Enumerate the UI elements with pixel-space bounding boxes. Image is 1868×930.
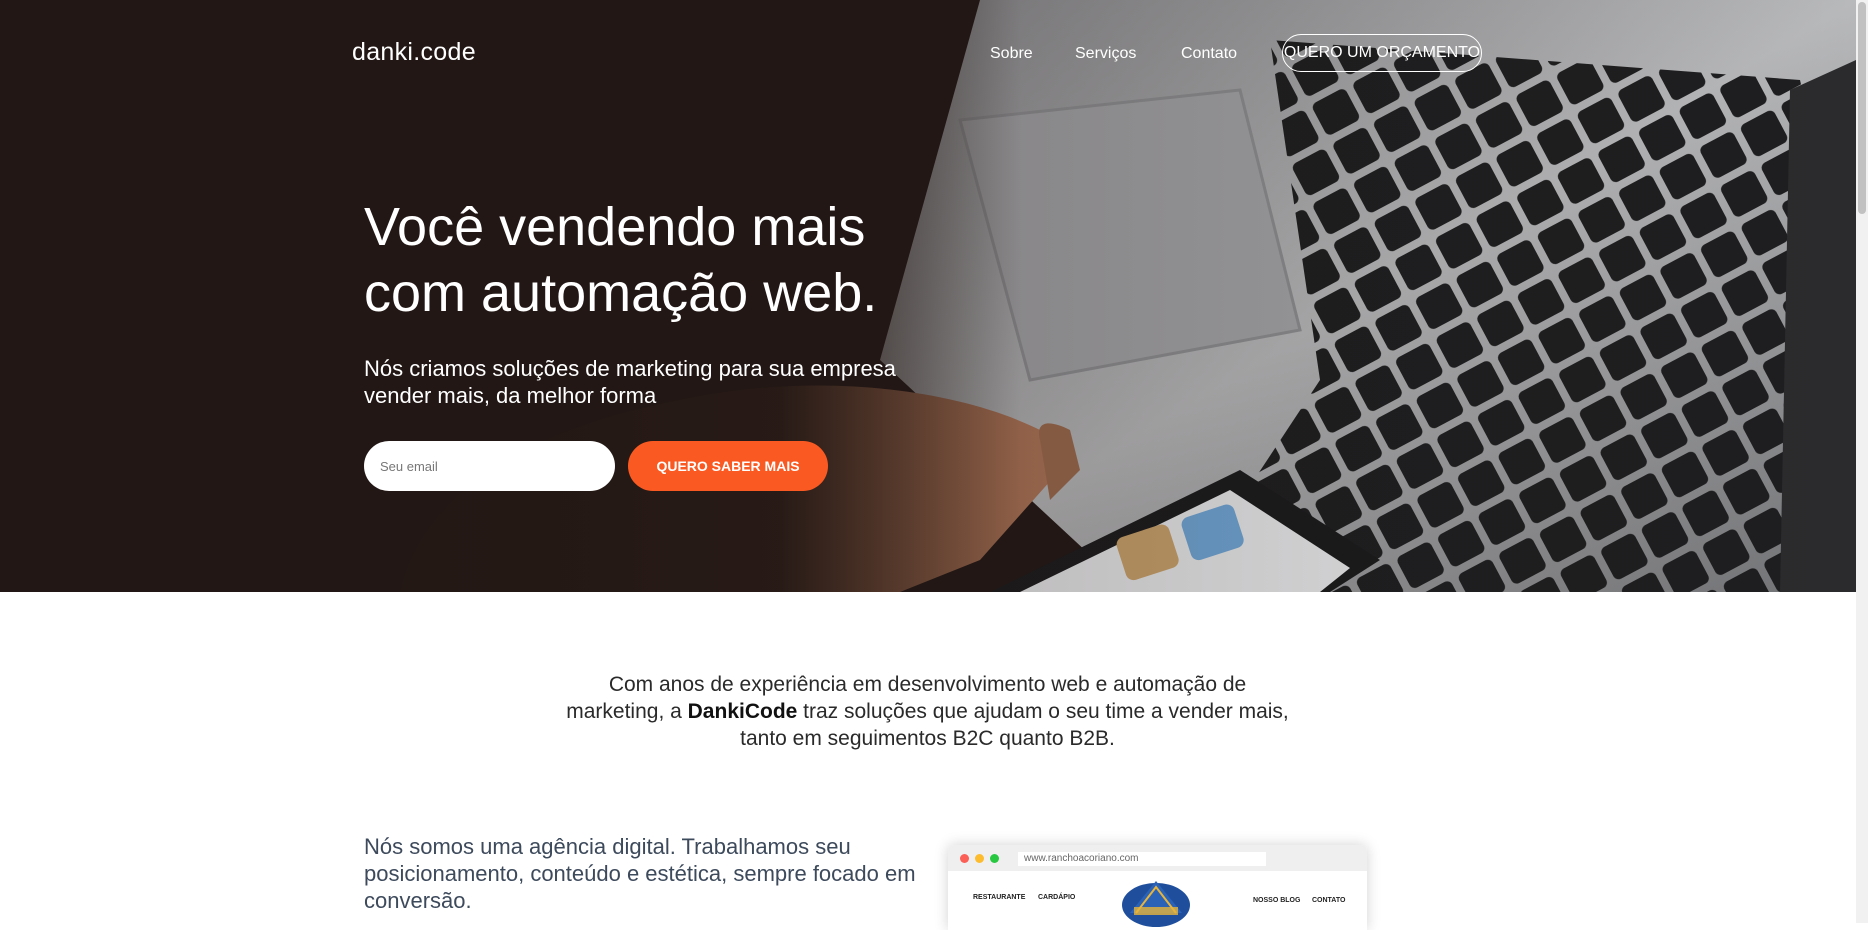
intro-paragraph: Com anos de experiência em desenvolvimen… xyxy=(560,671,1295,752)
mockup-nav-restaurante: RESTAURANTE xyxy=(973,894,1026,901)
maximize-dot-icon xyxy=(990,854,999,863)
mockup-nav-blog: NOSSO BLOG xyxy=(1253,897,1301,904)
hero-section: danki.code Sobre Serviços Contato QUERO … xyxy=(0,0,1856,592)
hero-subtitle: Nós criamos soluções de marketing para s… xyxy=(364,355,964,409)
brand-logo[interactable]: danki.code xyxy=(352,38,476,67)
nav-link-sobre[interactable]: Sobre xyxy=(990,45,1033,63)
hero-title: Você vendendo mais com automação web. xyxy=(364,194,984,326)
mockup-nav-contato: CONTATO xyxy=(1312,897,1346,904)
hero-subtitle-line-2: vender mais, da melhor forma xyxy=(364,383,657,408)
intro-brand: DankiCode xyxy=(687,700,798,723)
about-paragraph: Nós somos uma agência digital. Trabalham… xyxy=(364,834,916,913)
mockup-url-bar: www.ranchoacoriano.com xyxy=(1018,852,1266,866)
page-scrollbar[interactable] xyxy=(1856,0,1868,923)
hero-title-line-2: com automação web. xyxy=(364,263,878,323)
mockup-nav-cardapio: CARDÁPIO xyxy=(1038,894,1076,901)
mockup-browser-bar: www.ranchoacoriano.com xyxy=(948,845,1367,871)
website-mockup: www.ranchoacoriano.com RESTAURANTE CARDÁ… xyxy=(948,845,1367,930)
nav-link-contato[interactable]: Contato xyxy=(1181,45,1237,63)
intro-text-end: traz soluções que ajudam o seu time a ve… xyxy=(740,700,1289,750)
minimize-dot-icon xyxy=(975,854,984,863)
page: danki.code Sobre Serviços Contato QUERO … xyxy=(0,0,1868,930)
close-dot-icon xyxy=(960,854,969,863)
scrollbar-thumb[interactable] xyxy=(1858,2,1866,214)
nav-link-servicos[interactable]: Serviços xyxy=(1075,45,1136,63)
hero-subtitle-line-1: Nós criamos soluções de marketing para s… xyxy=(364,356,896,381)
learn-more-button[interactable]: QUERO SABER MAIS xyxy=(628,441,828,491)
request-quote-button[interactable]: QUERO UM ORÇAMENTO xyxy=(1282,34,1482,72)
email-input[interactable] xyxy=(364,441,615,491)
mockup-shell-logo-icon xyxy=(1122,881,1190,927)
hero-title-line-1: Você vendendo mais xyxy=(364,197,866,257)
